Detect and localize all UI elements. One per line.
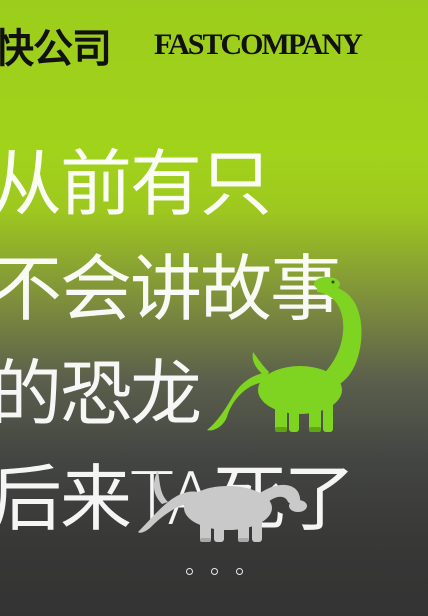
page-dot-1[interactable] <box>185 568 193 575</box>
story-line-3: 的恐龙 <box>0 352 202 436</box>
brand-header: 快公司 FASTCOMPANY <box>0 14 428 102</box>
brand-logo-english: FASTCOMPANY <box>154 28 363 61</box>
brand-logo-chinese: 快公司 <box>0 26 112 72</box>
gray-dinosaur-illustration <box>138 470 307 542</box>
story-line-1: 从前有只 <box>0 142 272 226</box>
green-dinosaur-illustration <box>207 277 362 432</box>
page-dot-2[interactable] <box>210 568 218 575</box>
page-dot-3[interactable] <box>235 568 243 575</box>
page-indicator <box>0 568 428 586</box>
